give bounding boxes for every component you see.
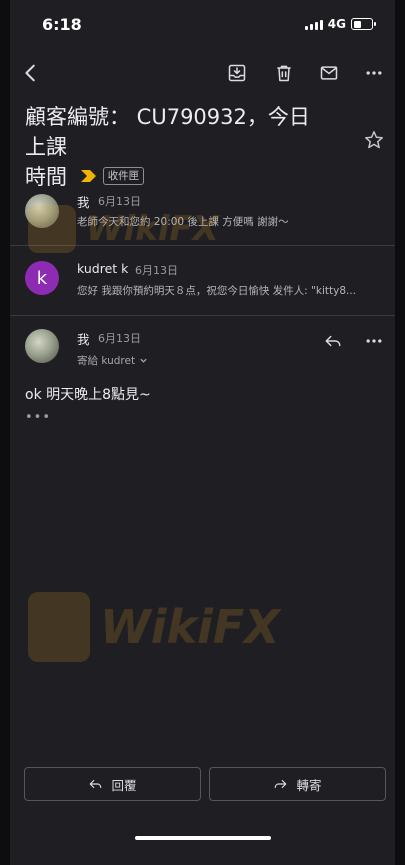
avatar: k bbox=[25, 261, 59, 295]
toolbar bbox=[10, 58, 395, 88]
watermark-text: WikiFX bbox=[86, 209, 219, 249]
battery-icon bbox=[351, 18, 376, 30]
watermark: WikiFX bbox=[28, 205, 219, 253]
more-horizontal-icon bbox=[366, 339, 382, 343]
inbox-label[interactable]: 收件匣 bbox=[80, 167, 145, 185]
status-indicators: 4G bbox=[304, 17, 376, 31]
forward-button[interactable]: 轉寄 bbox=[209, 767, 386, 801]
recipient-details-toggle[interactable]: 寄給 kudret bbox=[77, 353, 148, 368]
network-type: 4G bbox=[327, 17, 346, 31]
more-horizontal-icon bbox=[366, 71, 382, 75]
chevron-down-icon bbox=[140, 358, 147, 363]
delete-button[interactable] bbox=[269, 58, 299, 88]
forward-icon bbox=[275, 779, 287, 789]
mark-unread-button[interactable] bbox=[314, 58, 344, 88]
archive-icon bbox=[228, 64, 246, 82]
show-trimmed-content-button[interactable]: ••• bbox=[25, 410, 51, 425]
email-subject: 顧客編號： CU790932，今日上課 時間 收件匣 bbox=[25, 102, 325, 192]
watermark-logo-icon bbox=[28, 592, 90, 662]
importance-marker-icon bbox=[80, 170, 96, 182]
recipient-text: 寄給 kudret bbox=[77, 355, 136, 367]
subject-line-1: 顧客編號： CU790932，今日上課 bbox=[25, 105, 310, 159]
trash-icon bbox=[277, 65, 291, 82]
reply-icon bbox=[90, 779, 102, 789]
signal-icon bbox=[304, 19, 323, 30]
back-button[interactable] bbox=[16, 58, 46, 88]
reply-icon bbox=[325, 335, 341, 347]
reply-button[interactable]: 回覆 bbox=[24, 767, 201, 801]
archive-button[interactable] bbox=[222, 58, 252, 88]
reply-icon-button[interactable] bbox=[318, 326, 348, 356]
sender-name: 我 bbox=[77, 332, 90, 347]
avatar bbox=[25, 329, 59, 363]
watermark-text: WikiFX bbox=[100, 600, 280, 654]
message-date: 6月13日 bbox=[135, 264, 178, 277]
sender-name: kudret k bbox=[77, 261, 129, 276]
label-chip-text: 收件匣 bbox=[102, 167, 145, 185]
watermark-logo-icon bbox=[28, 205, 76, 253]
star-icon bbox=[365, 131, 383, 149]
home-indicator[interactable] bbox=[135, 836, 271, 840]
message-snippet: 您好 我跟你預約明天８点，祝您今日愉快 发件人: "kitty8... bbox=[77, 285, 357, 297]
reply-label: 回覆 bbox=[111, 777, 137, 793]
forward-label: 轉寄 bbox=[296, 777, 322, 793]
message-date: 6月13日 bbox=[98, 332, 141, 345]
message-collapsed-2[interactable]: k kudret k 6月13日 您好 我跟你預約明天８点，祝您今日愉快 发件人… bbox=[10, 253, 395, 315]
chevron-left-icon bbox=[25, 64, 35, 82]
mail-icon bbox=[320, 66, 338, 80]
email-screen: 6:18 4G 顧客編號： CU790932，今日上課 時間 收件匣 我 6月1… bbox=[10, 0, 395, 865]
more-options-button[interactable] bbox=[359, 58, 389, 88]
star-button[interactable] bbox=[360, 126, 388, 154]
status-bar: 6:18 4G bbox=[10, 0, 395, 48]
status-time: 6:18 bbox=[42, 15, 82, 34]
message-more-button[interactable] bbox=[359, 326, 389, 356]
message-body: ok 明天晚上8點見~ bbox=[25, 387, 151, 403]
watermark: WikiFX bbox=[28, 592, 280, 662]
divider bbox=[10, 315, 395, 316]
